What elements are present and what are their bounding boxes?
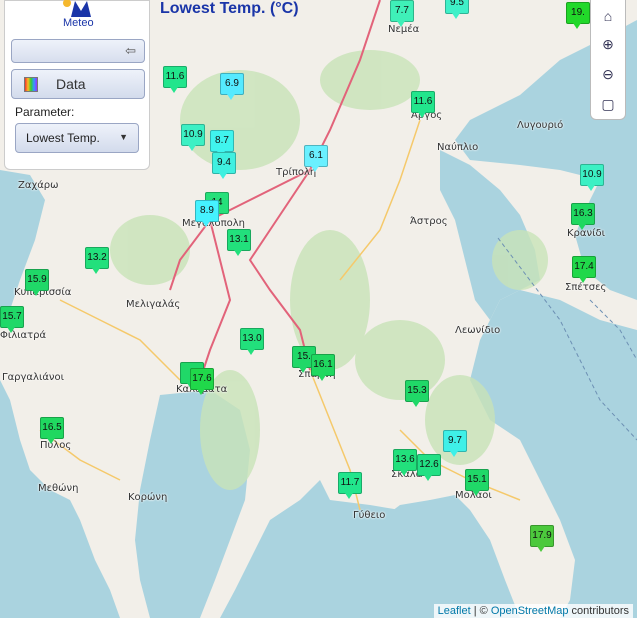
place-label: Πύλος — [40, 440, 72, 451]
place-label: Άστρος — [410, 216, 448, 227]
station-marker[interactable]: 17.9 — [530, 525, 554, 552]
parameter-select-value: Lowest Temp. — [26, 131, 100, 145]
station-marker[interactable]: 19. — [566, 2, 590, 29]
station-marker[interactable]: 11.7 — [338, 472, 362, 499]
zoom-in-icon[interactable]: ⊕ — [595, 31, 621, 57]
fullscreen-icon[interactable]: ▢ — [595, 91, 621, 117]
place-label: Κορώνη — [128, 492, 168, 503]
station-marker[interactable]: 10.9 — [580, 164, 604, 191]
place-label: Γαργαλιάνοι — [2, 372, 65, 383]
map-title: Lowest Temp. (°C) — [160, 0, 299, 17]
station-marker[interactable]: 16.5 — [40, 417, 64, 444]
place-label: Λεωνίδιο — [455, 325, 501, 336]
place-label: Σπέτσες — [565, 282, 607, 293]
station-marker[interactable]: 6.9 — [220, 73, 244, 100]
collapse-arrow-icon[interactable]: ⇦ — [125, 43, 136, 59]
leaflet-link[interactable]: Leaflet — [438, 605, 471, 617]
station-marker[interactable]: 16.3 — [571, 203, 595, 230]
panel-toggle-bar[interactable]: ⇦ — [11, 39, 145, 63]
station-marker[interactable]: 15.1 — [465, 469, 489, 496]
station-marker[interactable]: 9.7 — [443, 430, 467, 457]
logo-text: Meteo — [63, 17, 94, 29]
map-tools: ⌂ ⊕ ⊖ ▢ — [590, 0, 626, 120]
station-marker[interactable]: 15.9 — [25, 269, 49, 296]
station-marker[interactable]: 8.9 — [195, 200, 219, 227]
station-marker[interactable]: 13.2 — [85, 247, 109, 274]
data-button[interactable]: Data — [11, 69, 145, 99]
station-marker[interactable]: 8.7 — [210, 130, 234, 157]
place-label: Γύθειο — [353, 510, 386, 521]
station-marker[interactable]: 7.7 — [390, 0, 414, 27]
parameter-label: Parameter: — [15, 105, 75, 119]
color-scale-icon — [24, 77, 38, 92]
home-icon[interactable]: ⌂ — [595, 3, 621, 29]
station-marker[interactable]: 17.6 — [190, 368, 214, 395]
chevron-down-icon: ▼ — [119, 132, 128, 142]
station-marker[interactable]: 15.7 — [0, 306, 24, 333]
station-marker[interactable]: 9.5 — [445, 0, 469, 19]
attribution: Leaflet | © OpenStreetMap contributors — [433, 604, 633, 618]
place-label: Ζαχάρω — [18, 180, 59, 191]
station-marker[interactable]: 13.1 — [227, 229, 251, 256]
data-button-label: Data — [56, 76, 86, 92]
parameter-select[interactable]: Lowest Temp. ▼ — [15, 123, 139, 153]
station-marker[interactable]: 17.4 — [572, 256, 596, 283]
place-label: Λυγουριό — [517, 120, 564, 131]
osm-link[interactable]: OpenStreetMap — [491, 605, 569, 617]
control-panel: Meteo ⇦ Data Parameter: Lowest Temp. ▼ — [4, 0, 150, 170]
station-marker[interactable]: 13.6 — [393, 449, 417, 476]
station-marker[interactable]: 11.6 — [163, 66, 187, 93]
zoom-out-icon[interactable]: ⊖ — [595, 61, 621, 87]
station-marker[interactable]: 15.3 — [405, 380, 429, 407]
meteo-logo-icon — [63, 0, 91, 17]
station-marker[interactable]: 11.6 — [411, 91, 435, 118]
place-label: Ναύπλιο — [437, 142, 479, 153]
place-label: Μεθώνη — [38, 483, 79, 494]
station-marker[interactable]: 16.1 — [311, 354, 335, 381]
station-marker[interactable]: 12.6 — [417, 454, 441, 481]
station-marker[interactable]: 10.9 — [181, 124, 205, 151]
place-label: Μελιγαλάς — [126, 299, 181, 310]
station-marker[interactable]: 13.0 — [240, 328, 264, 355]
station-marker[interactable]: 6.1 — [304, 145, 328, 172]
station-marker[interactable]: 9.4 — [212, 152, 236, 179]
